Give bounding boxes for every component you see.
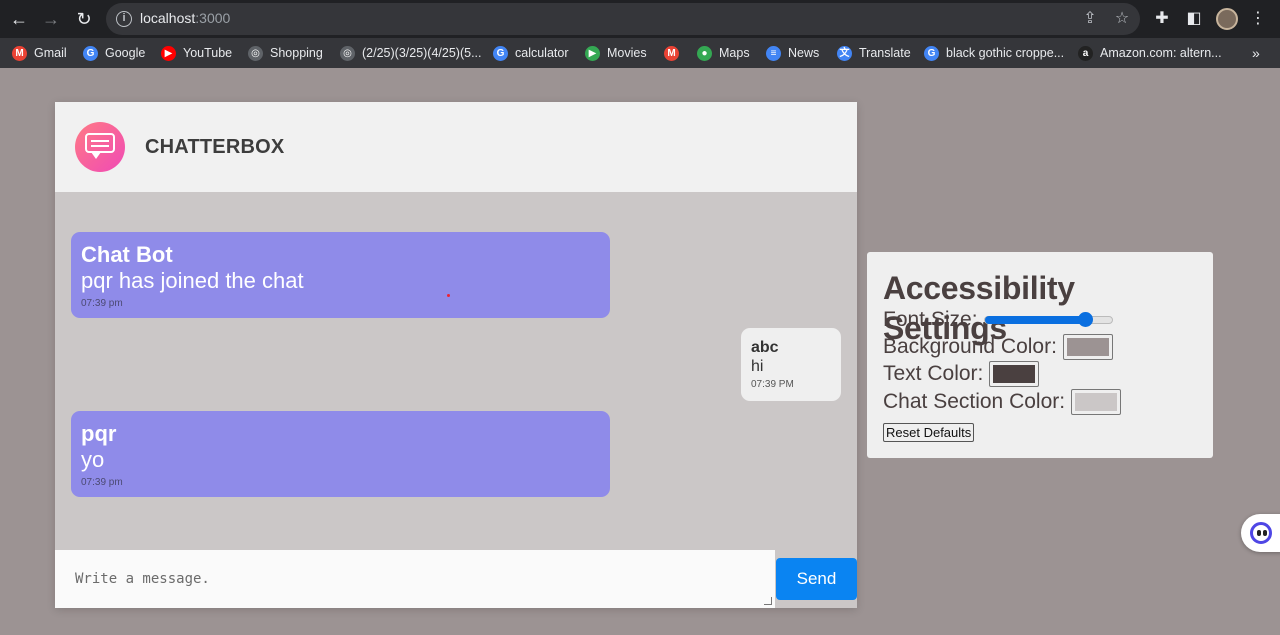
slider-thumb[interactable] — [1078, 312, 1094, 327]
bookmarks-more-icon[interactable]: » — [1252, 45, 1260, 61]
bookmark-label: Maps — [719, 46, 750, 60]
chat-header: CHATTERBOX — [55, 102, 857, 192]
news-icon: ≡ — [766, 45, 781, 61]
font-size-row: Font Size: — [883, 308, 1113, 332]
back-arrow-icon[interactable]: ← — [8, 8, 30, 30]
accessibility-settings-panel: Accessibility Settings Font Size: Backgr… — [867, 252, 1213, 458]
bookmark-item[interactable]: ≡ News — [766, 45, 819, 61]
background-color-picker[interactable] — [1062, 334, 1113, 360]
amazon-icon: a — [1078, 45, 1093, 61]
bookmark-item[interactable]: ◎ Shopping — [248, 45, 323, 61]
background-color-row: Background Color: — [883, 334, 1113, 360]
side-panel-icon[interactable]: ◧ — [1183, 8, 1205, 30]
chat-section-color-picker[interactable] — [1071, 389, 1122, 415]
message-composer — [55, 550, 775, 608]
message-input[interactable] — [55, 550, 775, 608]
bookmark-item[interactable]: Gblack gothic croppe... — [924, 45, 1064, 61]
site-info-icon[interactable]: i — [116, 11, 132, 27]
cursor-dot — [447, 294, 450, 297]
bookmark-label: Shopping — [270, 46, 323, 60]
bookmark-item[interactable]: M — [664, 45, 686, 61]
message-text: hi — [751, 358, 764, 375]
chat-section-color-row: Chat Section Color: — [883, 389, 1122, 415]
font-size-slider[interactable] — [983, 312, 1113, 327]
bookmark-label: Translate — [859, 46, 911, 60]
address-url: localhost:3000 — [140, 10, 231, 26]
message-sender: pqr — [81, 421, 117, 446]
profile-avatar[interactable] — [1216, 8, 1238, 30]
bookmark-label: Amazon.com: altern... — [1100, 46, 1222, 60]
bookmarks-bar: M Gmail G Google ▶ YouTube ◎ Shopping ◎ (2/25)(3/… — [0, 38, 1280, 68]
extensions-puzzle-icon[interactable]: ✚ — [1151, 8, 1173, 30]
forward-arrow-icon[interactable]: → — [40, 8, 62, 30]
message-sender: abc — [751, 339, 779, 356]
message-sender: Chat Bot — [81, 242, 173, 267]
bookmark-star-icon[interactable]: ☆ — [1112, 9, 1132, 29]
bookmark-item[interactable]: ◎ (2/25)(3/25)(4/25)(5... — [340, 45, 482, 61]
google-icon: G — [493, 45, 508, 61]
menu-dots-icon[interactable]: ⋮ — [1247, 8, 1269, 30]
text-color-picker[interactable] — [989, 361, 1040, 387]
message-bubble-self: abc hi 07:39 PM — [741, 328, 841, 401]
chat-logo-icon — [75, 122, 125, 172]
message-time: 07:39 pm — [81, 298, 123, 309]
bookmark-label: calculator — [515, 46, 569, 60]
bookmark-item[interactable]: M Gmail — [12, 45, 67, 61]
browser-toolbar: ← → ↻ i localhost:3000 ⇪ ☆ ✚ ◧ ⋮ — [0, 0, 1280, 38]
message-bubble: pqr yo 07:39 pm — [71, 411, 610, 497]
bookmark-label: News — [788, 46, 820, 60]
send-button[interactable]: Send — [776, 558, 857, 600]
translate-icon: 文 — [837, 45, 852, 61]
bookmark-item[interactable]: a Amazon.com: altern... — [1078, 45, 1222, 61]
message-bubble: Chat Bot pqr has joined the chat 07:39 p… — [71, 232, 610, 318]
google-icon: G — [83, 45, 98, 61]
background-color-label: Background Color: — [883, 335, 1057, 358]
address-bar[interactable]: i localhost:3000 ⇪ ☆ — [106, 3, 1140, 35]
message-text: yo — [81, 447, 105, 472]
gmail-icon: M — [664, 45, 679, 61]
google-icon: G — [924, 45, 939, 61]
bookmark-item[interactable]: Gcalculator — [493, 45, 569, 61]
bookmark-label: Google — [105, 46, 146, 60]
bookmark-item[interactable]: ● Maps — [697, 45, 750, 61]
globe-icon: ◎ — [248, 45, 263, 61]
bookmark-label: Gmail — [34, 46, 67, 60]
resize-grip-icon[interactable] — [764, 597, 772, 605]
bookmark-item[interactable]: G Google — [83, 45, 145, 61]
text-color-label: Text Color: — [883, 362, 984, 385]
youtube-icon: ▶ — [161, 45, 176, 61]
bookmark-item[interactable]: ▶ YouTube — [161, 45, 232, 61]
message-text: pqr has joined the chat — [81, 268, 304, 293]
bookmark-item[interactable]: 文 Translate — [837, 45, 911, 61]
text-color-row: Text Color: — [883, 361, 1040, 387]
reset-defaults-button[interactable]: Reset Defaults — [883, 423, 975, 442]
message-time: 07:39 PM — [751, 379, 794, 390]
message-time: 07:39 pm — [81, 477, 123, 488]
play-icon: ▶ — [585, 45, 600, 61]
bookmark-label: (2/25)(3/25)(4/25)(5... — [362, 46, 482, 60]
chat-section-color-label: Chat Section Color: — [883, 390, 1066, 413]
gmail-icon: M — [12, 45, 27, 61]
reload-icon[interactable]: ↻ — [73, 8, 95, 30]
bookmark-item[interactable]: ▶ Movies — [585, 45, 647, 61]
assistant-widget-icon[interactable] — [1241, 514, 1280, 552]
globe-icon: ◎ — [340, 45, 355, 61]
bookmark-label: Movies — [607, 46, 647, 60]
app-title: CHATTERBOX — [145, 136, 285, 158]
chat-container: CHATTERBOX Chat Bot pqr has joined the c… — [55, 102, 857, 608]
font-size-label: Font Size: — [883, 308, 978, 331]
bookmark-label: black gothic croppe... — [946, 46, 1065, 60]
share-icon[interactable]: ⇪ — [1080, 9, 1100, 29]
maps-icon: ● — [697, 45, 712, 61]
bookmark-label: YouTube — [183, 46, 233, 60]
